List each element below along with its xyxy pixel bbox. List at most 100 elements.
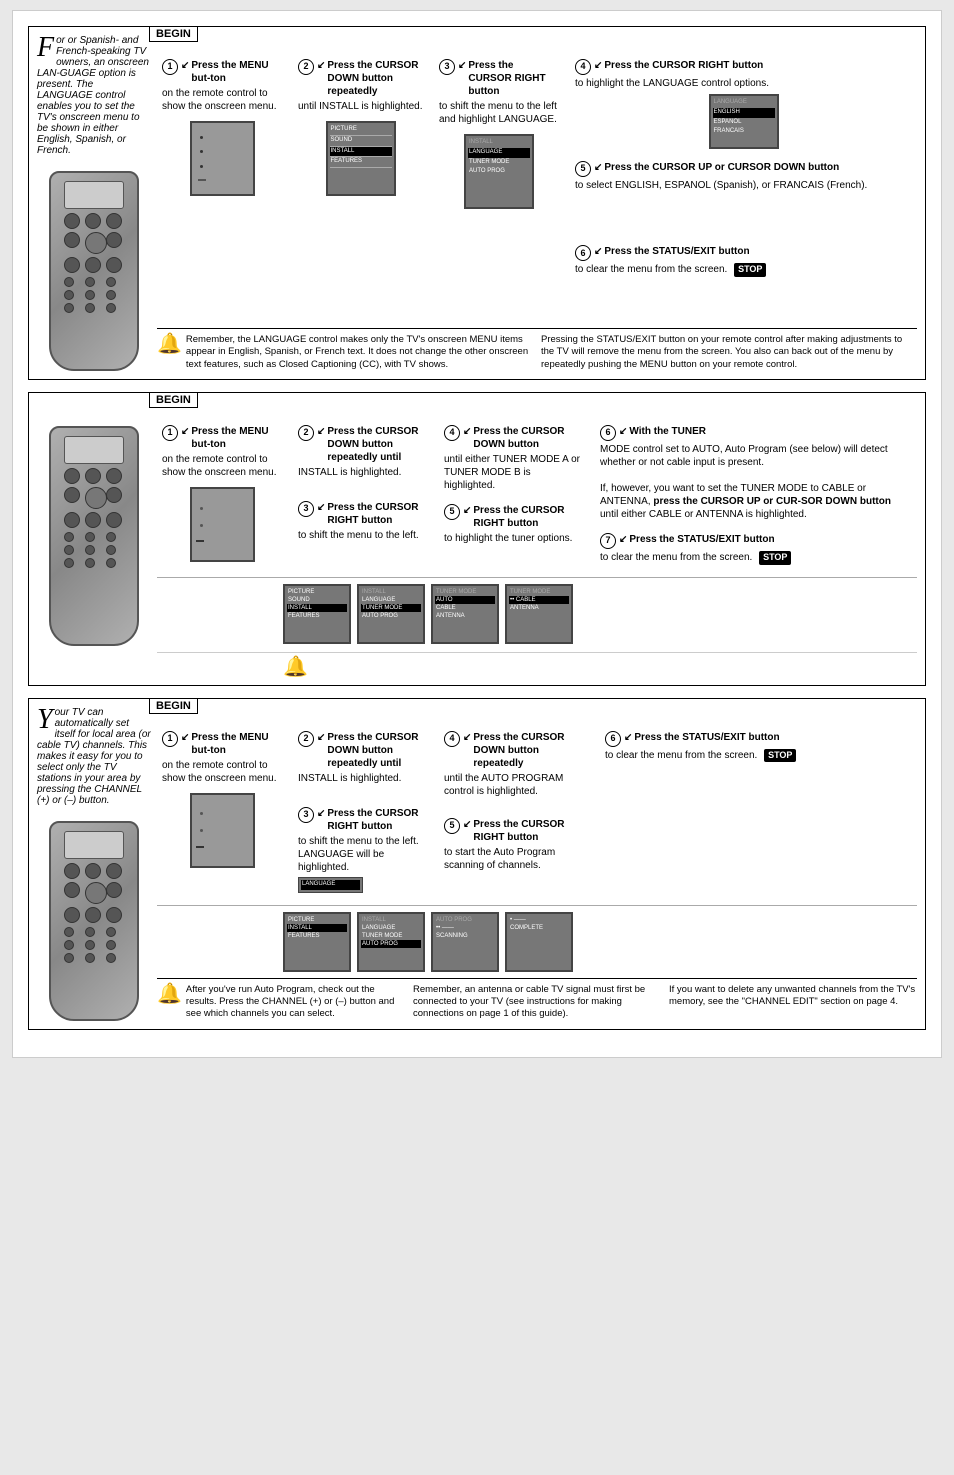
note-icon-3: 🔔 — [157, 984, 182, 1004]
remote-btn — [106, 558, 116, 568]
remote-illustration-2 — [49, 426, 139, 646]
remote-illustration-1 — [49, 171, 139, 371]
menu-line: FEATURES — [330, 157, 392, 168]
s2-menu-hl3: •• CABLE — [509, 596, 569, 604]
step-num-2-7: 7 — [600, 533, 616, 549]
step-bold-1-3: Press the CURSOR RIGHT button — [468, 59, 559, 98]
screen-3-1 — [190, 793, 255, 868]
screen-illustrations-3: PICTURE INSTALL FEATURES INSTALL LANGUAG… — [283, 912, 917, 972]
screen-s2-step4: INSTALL LANGUAGE TUNER MODE AUTO PROG — [357, 584, 425, 644]
step-2-3: 3 ↙ Press the CURSOR RIGHT button to shi… — [293, 497, 433, 569]
screen-indicator — [198, 179, 206, 181]
remote-btn — [85, 907, 101, 923]
note-text-container-2 — [312, 657, 917, 677]
cursor-arrow-2-1: ↙ — [181, 425, 189, 438]
remote-btn — [64, 468, 80, 484]
step-bold-3-2: Press the CURSOR DOWN button repeatedly … — [327, 731, 428, 770]
step-1-3: 3 ↙ Press the CURSOR RIGHT button to shi… — [434, 55, 564, 322]
screen-menu-1-2: PICTURE SOUND INSTALL FEATURES — [326, 121, 396, 196]
section-2: BEGIN — [28, 392, 926, 686]
s2-menu-item: SOUND — [287, 596, 347, 604]
step-text-1-4: to highlight the LANGUAGE control option… — [575, 78, 769, 89]
screen-dot — [200, 136, 203, 139]
step-1-5: 5 ↙ Press the CURSOR UP or CURSOR DOWN b… — [570, 157, 917, 237]
s2-menu-hl2: AUTO — [435, 596, 495, 604]
remote-btn-center — [85, 487, 107, 509]
screen-area-1-2: PICTURE SOUND INSTALL FEATURES — [298, 121, 423, 196]
steps-2-23: 2 ↙ Press the CURSOR DOWN button repeate… — [293, 421, 433, 569]
dot — [200, 524, 203, 527]
step-text-1-2: until INSTALL is highlighted. — [298, 101, 423, 112]
step-3-6: 6 ↙ Press the STATUS/EXIT button to clea… — [600, 727, 917, 767]
step-num-2-1: 1 — [162, 425, 178, 441]
step-num-3-6: 6 — [605, 731, 621, 747]
cursor-arrow-3-1: ↙ — [181, 731, 189, 744]
s3-final-line2: COMPLETE — [509, 924, 569, 932]
screen-s3-step2: PICTURE INSTALL FEATURES — [283, 912, 351, 972]
dot — [200, 829, 203, 832]
step-title-2-7: 7 ↙ Press the STATUS/EXIT button — [600, 533, 912, 549]
step-3-1: 1 ↙ Press the MENU but-ton on the remote… — [157, 727, 287, 897]
begin-tag-1: BEGIN — [149, 26, 198, 42]
note-icon-1: 🔔 — [157, 334, 182, 354]
step-2-4: 4 ↙ Press the CURSOR DOWN button until e… — [439, 421, 589, 496]
begin-tag-2: BEGIN — [149, 392, 198, 408]
s3-menu-hl: INSTALL — [287, 924, 347, 932]
s2-menu-hl: INSTALL — [287, 604, 347, 612]
screen-opt: ESPANOL — [713, 118, 775, 128]
steps-row-2: 1 ↙ Press the MENU but-ton on the remote… — [157, 421, 917, 569]
step-bold-2-7: Press the STATUS/EXIT button — [629, 533, 774, 546]
steps-2-45: 4 ↙ Press the CURSOR DOWN button until e… — [439, 421, 589, 569]
page: BEGIN For or Spanish- and French-speakin… — [12, 10, 942, 1058]
steps-row-1: 1 ↙ Press the MENU but-ton on the remote… — [157, 55, 917, 322]
s3-sub-title: INSTALL — [361, 916, 421, 924]
screen-1-4: LANGUAGE ENGLISH ESPANOL FRANCAIS — [709, 94, 779, 149]
remote-btn — [106, 545, 116, 555]
step-bold-2-5: Press the CURSOR RIGHT button — [473, 504, 584, 530]
remote-btn — [85, 532, 95, 542]
remote-btn — [64, 907, 80, 923]
step-3-3: 3 ↙ Press the CURSOR RIGHT button to shi… — [293, 803, 433, 897]
remote-btn — [85, 558, 95, 568]
s2-menu-item4: ANTENNA — [509, 604, 569, 612]
begin-tag-3: BEGIN — [149, 698, 198, 714]
dot — [200, 812, 203, 815]
remote-illustration-3 — [49, 821, 139, 1021]
cursor-arrow-2-4: ↙ — [463, 425, 471, 438]
step-title-2-2: 2 ↙ Press the CURSOR DOWN button repeate… — [298, 425, 428, 464]
step-3-5: 5 ↙ Press the CURSOR RIGHT button to sta… — [439, 814, 594, 897]
screens-row-3: PICTURE INSTALL FEATURES INSTALL LANGUAG… — [157, 905, 917, 972]
screen-dot — [200, 150, 203, 153]
note-inner-1: 🔔 Remember, the LANGUAGE control makes o… — [157, 334, 917, 371]
step-bold-1-4: Press the CURSOR RIGHT button — [604, 59, 763, 72]
step-num-2-3: 3 — [298, 501, 314, 517]
cursor-arrow-2-2: ↙ — [317, 425, 325, 438]
note-text-3: After you've run Auto Program, check out… — [186, 984, 405, 1021]
remote-btn — [106, 232, 122, 248]
remote-btn — [85, 290, 95, 300]
stop-badge-1: STOP — [734, 263, 766, 277]
step-text-2-7: to clear the menu from the screen. — [600, 552, 752, 563]
s2-menu-item: FEATURES — [287, 612, 347, 620]
step-num-3-5: 5 — [444, 818, 460, 834]
step-num-2-2: 2 — [298, 425, 314, 441]
spacer-3 — [157, 912, 277, 972]
remote-btn — [64, 257, 80, 273]
step-1-6: 6 ↙ Press the STATUS/EXIT button to clea… — [570, 241, 917, 321]
s2-sub-title: INSTALL — [361, 588, 421, 596]
step-num-3-3: 3 — [298, 807, 314, 823]
s2-menu-item3: ANTENNA — [435, 612, 495, 620]
remote-btn — [64, 532, 74, 542]
step-bold-3-5: Press the CURSOR RIGHT button — [473, 818, 589, 844]
screen-highlight-lang: LANGUAGE — [298, 877, 363, 893]
screen-mockup-area-1 — [162, 121, 282, 196]
s2-menu-item2: CABLE — [435, 604, 495, 612]
remote-btn — [64, 290, 74, 300]
steps-2-67: 6 ↙ With the TUNER MODE control set to A… — [595, 421, 917, 569]
step-bold-1-1: Press the MENU but-ton — [191, 59, 282, 85]
remote-btn — [85, 927, 95, 937]
step-title-1-5: 5 ↙ Press the CURSOR UP or CURSOR DOWN b… — [575, 161, 912, 177]
step-title-1-4: 4 ↙ Press the CURSOR RIGHT button — [575, 59, 912, 75]
step-text-2-4: until either TUNER MODE A or TUNER MODE … — [444, 454, 580, 491]
drop-cap-1: F — [37, 37, 54, 59]
